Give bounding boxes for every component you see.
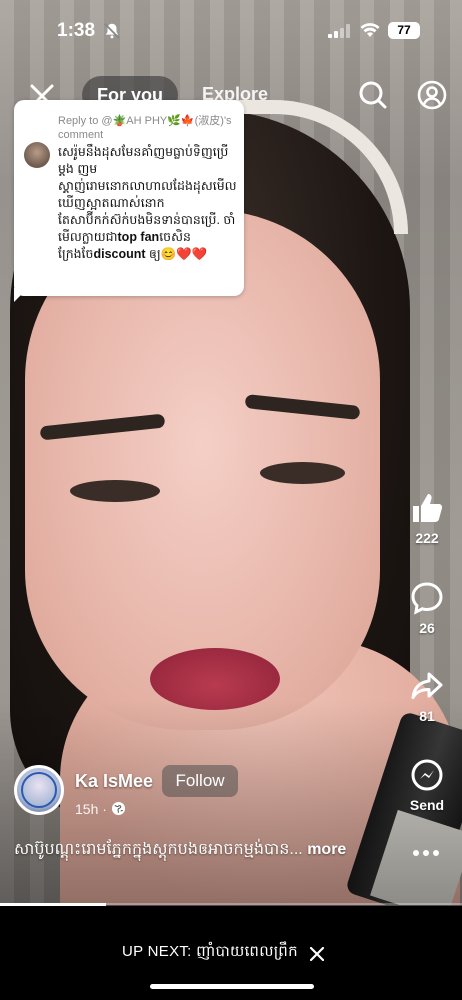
comment-text: សេរ៉ូមនឹងដុសមែនគាំញមធ្លាប់ទិញប្រើម្តង ញម… — [58, 145, 237, 261]
commenter-avatar — [24, 142, 50, 168]
cellular-signal-icon — [328, 24, 350, 38]
up-next-bar[interactable]: UP NEXT: ញាំបាយពេលព្រឹក — [0, 906, 462, 1000]
post-time: 15h · — [75, 801, 107, 817]
follow-button[interactable]: Follow — [162, 765, 238, 797]
thumbs-up-icon — [413, 494, 443, 522]
reels-screen: 1:38 77 For you Explore Reply to @🪴AH PH… — [0, 0, 462, 1000]
creator-avatar[interactable] — [14, 765, 64, 815]
status-time: 1:38 — [57, 20, 96, 41]
like-count: 222 — [415, 530, 439, 546]
battery-icon: 77 — [388, 22, 420, 39]
comment-card-tail — [14, 288, 28, 302]
comment-bubble-icon — [411, 582, 443, 615]
profile-icon[interactable] — [417, 80, 447, 110]
globe-icon — [111, 801, 126, 816]
comment-count: 26 — [419, 620, 435, 636]
post-caption[interactable]: សាប៊ូបណ្តុះរោមភ្នែកក្នុងស្តុកបងឲអាចកម្មង… — [14, 838, 434, 862]
share-button[interactable]: 81 — [404, 668, 450, 724]
bell-off-icon — [104, 23, 120, 39]
right-eye — [260, 462, 345, 484]
bottom-shade — [0, 700, 462, 905]
more-options-icon[interactable] — [412, 848, 440, 858]
close-icon[interactable] — [310, 947, 324, 961]
messenger-icon — [411, 759, 443, 791]
status-bar: 1:38 77 — [0, 0, 462, 60]
reply-to-label: Reply to @🪴AH PHY🌿🍁(淑皮)'s comment — [58, 115, 232, 141]
up-next-label: UP NEXT: ញាំបាយពេលព្រឹក — [122, 943, 298, 960]
send-button[interactable]: Send — [404, 757, 450, 813]
left-eye — [70, 480, 160, 502]
comment-button[interactable]: 26 — [404, 580, 450, 636]
caption-text: សាប៊ូបណ្តុះរោមភ្នែកក្នុងស្តុកបងឲអាចកម្មង… — [14, 841, 303, 858]
share-arrow-icon — [411, 672, 443, 699]
search-icon[interactable] — [358, 80, 388, 110]
send-label: Send — [409, 797, 445, 813]
wifi-icon — [360, 23, 380, 37]
caption-more-link[interactable]: more — [307, 841, 346, 858]
creator-name[interactable]: Ka IsMee — [75, 771, 153, 792]
home-indicator — [150, 984, 314, 989]
share-count: 81 — [419, 708, 435, 724]
reply-comment-card[interactable]: Reply to @🪴AH PHY🌿🍁(淑皮)'s comment សេរ៉ូម… — [14, 100, 244, 296]
like-button[interactable]: 222 — [404, 490, 450, 546]
